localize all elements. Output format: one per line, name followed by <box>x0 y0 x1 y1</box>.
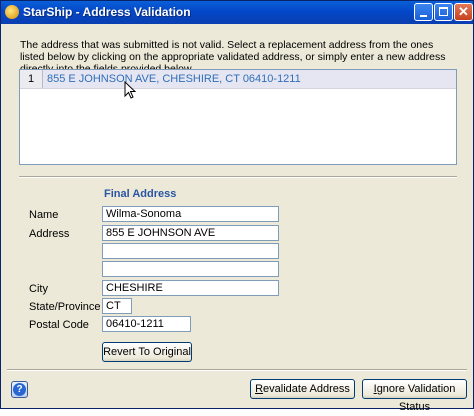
address-line-3-field[interactable] <box>102 261 279 277</box>
divider <box>19 176 457 178</box>
final-address-heading: Final Address <box>104 188 177 200</box>
revalidate-label: evalidate Address <box>263 383 350 395</box>
revalidate-address-button[interactable]: Revalidate Address <box>250 379 355 399</box>
suggestion-index: 1 <box>20 70 43 88</box>
minimize-icon <box>420 15 427 17</box>
minimize-button[interactable] <box>414 3 433 21</box>
suggestion-address[interactable]: 855 E JOHNSON AVE, CHESHIRE, CT 06410-12… <box>47 70 301 88</box>
name-label: Name <box>29 209 59 221</box>
revert-to-original-button[interactable]: Revert To Original <box>102 342 192 362</box>
mouse-pointer-icon <box>124 81 137 99</box>
help-button[interactable]: ? <box>11 381 28 398</box>
footer-divider <box>7 369 467 371</box>
postal-code-label: Postal Code <box>29 319 89 331</box>
maximize-icon <box>439 7 448 16</box>
close-icon: ✕ <box>458 4 469 19</box>
help-icon: ? <box>13 383 26 396</box>
address-label: Address <box>29 228 70 240</box>
app-icon <box>5 5 19 19</box>
state-field[interactable] <box>102 298 132 314</box>
suggestion-row[interactable]: 1 855 E JOHNSON AVE, CHESHIRE, CT 06410-… <box>20 70 456 89</box>
revalidate-mnemonic: R <box>255 383 264 395</box>
address-line-2-field[interactable] <box>102 243 279 259</box>
name-field[interactable] <box>102 206 279 222</box>
address-line-1-field[interactable] <box>102 225 279 241</box>
close-button[interactable]: ✕ <box>454 3 473 21</box>
suggestion-list[interactable]: 1 855 E JOHNSON AVE, CHESHIRE, CT 06410-… <box>19 69 457 165</box>
city-label: City <box>29 283 48 295</box>
ignore-validation-status-button[interactable]: Ignore Validation Status <box>362 379 467 413</box>
address-validation-window: StarShip - Address Validation ✕ The addr… <box>0 0 474 413</box>
title-bar[interactable]: StarShip - Address Validation ✕ <box>1 1 473 24</box>
state-label: State/Province <box>29 301 101 313</box>
city-field[interactable] <box>102 280 279 296</box>
window-title: StarShip - Address Validation <box>23 5 191 19</box>
maximize-button[interactable] <box>434 3 453 21</box>
postal-code-field[interactable] <box>102 316 191 332</box>
